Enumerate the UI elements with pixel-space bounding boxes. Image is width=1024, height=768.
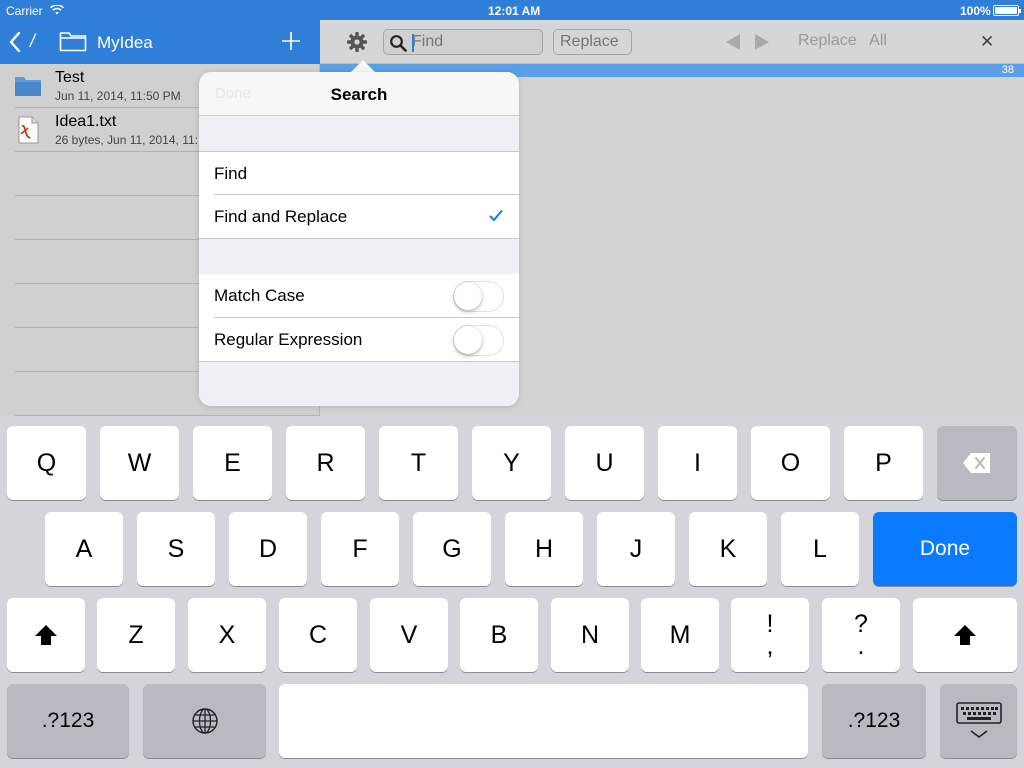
file-meta: 26 bytes, Jun 11, 2014, 11:: [55, 133, 198, 147]
key-g[interactable]: G: [413, 512, 491, 586]
switch-knob: [454, 282, 482, 310]
key-k[interactable]: K: [689, 512, 767, 586]
find-input[interactable]: [412, 32, 538, 52]
shift-key-left[interactable]: [7, 598, 85, 672]
key-p[interactable]: P: [844, 426, 923, 500]
shift-key-right[interactable]: [913, 598, 1017, 672]
close-button[interactable]: ✕: [980, 32, 994, 52]
text-file-icon: [18, 116, 39, 144]
key-exclaim-comma[interactable]: !,: [731, 598, 809, 672]
toggle-row-regular-expression: Regular Expression: [199, 318, 519, 362]
delete-key[interactable]: [937, 426, 1017, 500]
section-spacer: [199, 362, 519, 406]
replace-input[interactable]: [560, 32, 628, 52]
numbers-key-left[interactable]: .?123: [7, 684, 129, 758]
folder-title: MyIdea: [97, 33, 153, 52]
text-cursor: [412, 34, 414, 52]
switch-knob: [454, 326, 482, 354]
find-field[interactable]: [383, 29, 543, 55]
clock-label: 12:01 AM: [488, 4, 541, 18]
status-bar-background: [320, 0, 1024, 20]
key-a[interactable]: A: [45, 512, 123, 586]
battery-icon: [993, 5, 1021, 16]
key-c[interactable]: C: [279, 598, 357, 672]
search-options-popover: Done Search Find Find and Replace Match …: [199, 72, 519, 406]
key-q[interactable]: Q: [7, 426, 86, 500]
globe-key[interactable]: [143, 684, 266, 758]
key-b[interactable]: B: [460, 598, 538, 672]
search-toolbar: Replace All ✕: [320, 20, 1024, 64]
regular-expression-switch[interactable]: [453, 325, 504, 356]
previous-match-icon[interactable]: [723, 31, 743, 53]
mode-option-find[interactable]: Find: [199, 152, 519, 196]
path-separator: /: [30, 31, 36, 51]
key-d[interactable]: D: [229, 512, 307, 586]
file-meta: Jun 11, 2014, 11:50 PM: [55, 89, 181, 103]
key-z[interactable]: Z: [97, 598, 175, 672]
key-s[interactable]: S: [137, 512, 215, 586]
shift-icon: [954, 625, 976, 645]
numbers-key-right[interactable]: .?123: [822, 684, 926, 758]
key-question-period[interactable]: ?.: [822, 598, 900, 672]
key-h[interactable]: H: [505, 512, 583, 586]
keyboard-dismiss-icon: [955, 702, 1002, 738]
search-icon: [390, 35, 407, 52]
checkmark-icon: [489, 210, 503, 221]
next-match-icon[interactable]: [752, 31, 772, 53]
key-t[interactable]: T: [379, 426, 458, 500]
wifi-icon: [50, 5, 64, 15]
folder-icon: [59, 32, 87, 52]
replace-all-button[interactable]: Replace All: [798, 32, 887, 50]
option-label: Find: [214, 164, 248, 183]
on-screen-keyboard: Q W E R T Y U I O P A S D F G H J K L Do…: [0, 416, 1024, 768]
globe-icon: [191, 708, 218, 734]
key-u[interactable]: U: [565, 426, 644, 500]
match-case-switch[interactable]: [453, 281, 504, 312]
gear-icon[interactable]: [346, 31, 368, 53]
key-bottom-char: ,: [766, 632, 774, 660]
key-o[interactable]: O: [751, 426, 830, 500]
popover-title: Search: [330, 85, 388, 104]
key-f[interactable]: F: [321, 512, 399, 586]
replace-field[interactable]: [553, 29, 632, 55]
key-m[interactable]: M: [641, 598, 719, 672]
section-spacer: [199, 239, 519, 275]
option-label: Find and Replace: [214, 207, 348, 226]
toggle-label: Regular Expression: [214, 330, 363, 349]
popover-header: Done Search: [199, 72, 519, 116]
shift-icon: [35, 625, 57, 645]
key-j[interactable]: J: [597, 512, 675, 586]
key-w[interactable]: W: [100, 426, 179, 500]
battery-percent-label: 100%: [960, 4, 991, 18]
carrier-label: Carrier: [6, 4, 43, 18]
key-bottom-char: .: [857, 632, 865, 660]
sidebar-header-background: [0, 0, 320, 64]
done-key[interactable]: Done: [873, 512, 1017, 586]
add-icon[interactable]: [280, 30, 302, 52]
key-v[interactable]: V: [370, 598, 448, 672]
key-e[interactable]: E: [193, 426, 272, 500]
folder-icon: [15, 77, 41, 96]
key-n[interactable]: N: [551, 598, 629, 672]
key-l[interactable]: L: [781, 512, 859, 586]
key-r[interactable]: R: [286, 426, 365, 500]
key-x[interactable]: X: [188, 598, 266, 672]
section-spacer: [199, 117, 519, 153]
chevron-left-icon: [9, 31, 21, 53]
key-y[interactable]: Y: [472, 426, 551, 500]
hide-keyboard-key[interactable]: [940, 684, 1017, 758]
line-count: 38: [1001, 64, 1014, 76]
backspace-icon: [963, 453, 990, 473]
back-button[interactable]: [8, 29, 44, 55]
file-name: Idea1.txt: [55, 113, 117, 130]
key-i[interactable]: I: [658, 426, 737, 500]
toggle-row-match-case: Match Case: [199, 274, 519, 318]
mode-option-find-and-replace[interactable]: Find and Replace: [199, 195, 519, 239]
file-name: Test: [55, 69, 85, 86]
space-key[interactable]: [279, 684, 808, 758]
toggle-label: Match Case: [214, 286, 305, 305]
